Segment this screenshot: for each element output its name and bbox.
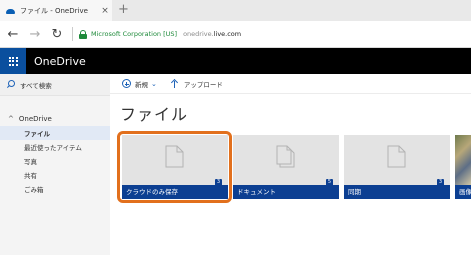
certificate-label[interactable]: Microsoft Corporation [US] (91, 30, 177, 38)
chevron-down-icon: ⌄ (151, 79, 157, 88)
url-domain: live.com (213, 30, 242, 38)
search-label: すべて検索 (20, 81, 52, 90)
upload-button[interactable]: アップロード (171, 79, 223, 89)
new-label: 新規 (135, 80, 148, 89)
sidebar-item-files[interactable]: ファイル (0, 126, 110, 140)
document-icon (165, 145, 184, 168)
sidebar-item-shared[interactable]: 共有 (0, 168, 110, 182)
folder-tile-pictures[interactable]: 画像 (455, 135, 471, 199)
page-title: ファイル (120, 105, 189, 124)
sidebar-item-label: ファイル (24, 130, 50, 138)
document-icon (276, 145, 295, 168)
sidebar-item-label: 共有 (24, 172, 37, 180)
new-button[interactable]: 新規 ⌄ (122, 79, 157, 89)
close-tab-button[interactable]: × (98, 6, 112, 16)
folder-tile-documents[interactable]: 5 ドキュメント (233, 135, 339, 199)
browser-tab[interactable]: ファイル - OneDrive × (0, 0, 112, 21)
browser-window: ファイル - OneDrive × + ← → ↻ Microsoft Corp… (0, 0, 471, 255)
refresh-button[interactable]: ↻ (46, 23, 68, 45)
chevron-up-icon: ^ (8, 115, 14, 123)
document-icon (387, 145, 406, 168)
sidebar-root-onedrive[interactable]: ^ OneDrive (0, 112, 110, 126)
main-content: 新規 ⌄ アップロード ファイル 3 クラウドのみ保存 5 ドキュメント 3 同… (110, 74, 471, 255)
sidebar-item-label: 写真 (24, 158, 37, 166)
onedrive-cloud-icon (6, 7, 16, 15)
upload-label: アップロード (183, 80, 223, 89)
tab-strip: ファイル - OneDrive × + (0, 0, 471, 21)
toolbar-divider (72, 27, 73, 41)
command-bar: 新規 ⌄ アップロード (110, 74, 471, 94)
url-prefix: onedrive. (183, 30, 214, 38)
url-field[interactable]: onedrive.live.com (183, 30, 241, 38)
app-launcher-icon (8, 56, 18, 66)
brand-title[interactable]: OneDrive (34, 55, 86, 68)
folder-name: ドキュメント (233, 185, 339, 199)
search-box[interactable]: すべて検索 (0, 74, 110, 96)
forward-button[interactable]: → (24, 23, 46, 45)
folder-name: 同期 (344, 185, 450, 199)
folder-name: クラウドのみ保存 (122, 185, 228, 199)
sidebar: すべて検索 ^ OneDrive ファイル 最近使ったアイテム 写真 共有 ごみ… (0, 74, 110, 255)
sidebar-item-label: 最近使ったアイテム (24, 144, 82, 152)
address-bar: ← → ↻ Microsoft Corporation [US] onedriv… (0, 21, 471, 48)
folder-tile-sync[interactable]: 3 同期 (344, 135, 450, 199)
app-launcher-button[interactable] (0, 48, 26, 74)
sidebar-item-label: ごみ箱 (24, 186, 44, 194)
lock-icon[interactable] (79, 29, 87, 39)
new-tab-button[interactable]: + (118, 2, 129, 18)
folder-name: 画像 (455, 185, 471, 199)
sidebar-item-photos[interactable]: 写真 (0, 154, 110, 168)
sidebar-root-label: OneDrive (18, 115, 52, 123)
suite-bar: OneDrive (0, 48, 471, 74)
folder-thumbnail (455, 135, 471, 185)
tab-title: ファイル - OneDrive (20, 6, 88, 15)
upload-icon (171, 79, 179, 88)
sidebar-item-recent[interactable]: 最近使ったアイテム (0, 140, 110, 154)
plus-icon (122, 79, 131, 88)
folder-tile-cloud-only[interactable]: 3 クラウドのみ保存 (122, 135, 228, 199)
sidebar-item-recycle-bin[interactable]: ごみ箱 (0, 182, 110, 196)
search-icon (6, 80, 15, 89)
back-button[interactable]: ← (2, 23, 24, 45)
folder-grid: 3 クラウドのみ保存 5 ドキュメント 3 同期 画像 (117, 131, 471, 203)
